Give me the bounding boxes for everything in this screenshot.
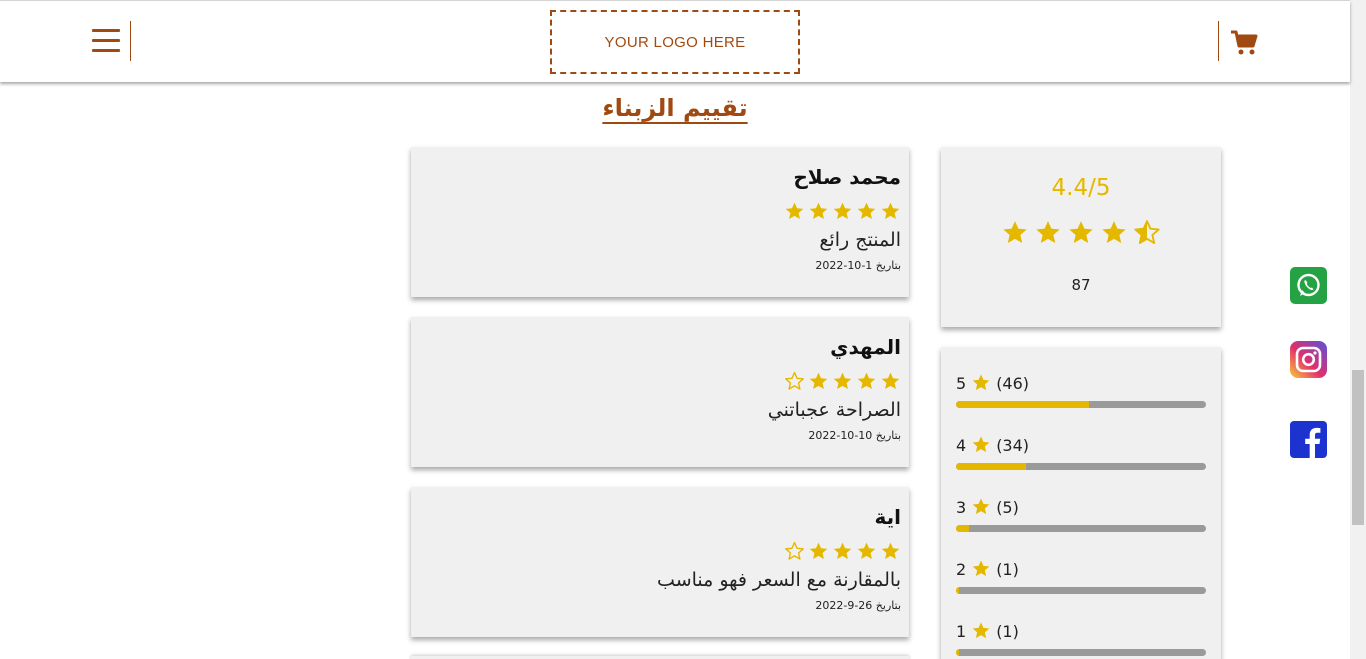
header-divider-right bbox=[1218, 21, 1219, 61]
breakdown-bar-fill bbox=[956, 401, 1089, 408]
breakdown-count: (5) bbox=[996, 497, 1019, 517]
star-filled-icon bbox=[833, 372, 852, 390]
reviewer-name: محمد صلاح bbox=[793, 165, 901, 189]
breakdown-stars: 4 bbox=[956, 435, 967, 455]
average-stars bbox=[941, 219, 1221, 247]
page-scrollbar[interactable] bbox=[1350, 0, 1366, 659]
star-filled-icon bbox=[833, 542, 852, 560]
whatsapp-icon[interactable] bbox=[1290, 267, 1327, 304]
breakdown-bar bbox=[956, 587, 1206, 594]
star-icon bbox=[966, 559, 996, 579]
reviewer-name: اية bbox=[874, 505, 902, 529]
star-icon bbox=[966, 621, 996, 641]
star-empty-icon bbox=[785, 541, 804, 560]
star-filled-icon bbox=[857, 202, 876, 220]
breakdown-row[interactable]: 1 (1) bbox=[956, 620, 1208, 656]
breakdown-bar bbox=[956, 401, 1206, 408]
facebook-icon[interactable] bbox=[1290, 421, 1327, 458]
breakdown-bar-fill bbox=[956, 463, 1026, 470]
star-filled-icon bbox=[972, 374, 990, 391]
star-filled-icon bbox=[857, 372, 876, 390]
rating-summary: 4.4/5 87 bbox=[941, 147, 1221, 327]
star-filled-icon bbox=[881, 202, 900, 220]
star-filled-icon bbox=[1102, 221, 1126, 244]
review-date: بتاريخ 26-9-2022 bbox=[815, 599, 901, 612]
review-card: المهدي الصراحة عجباتني بتاريخ 10-10-2022 bbox=[411, 317, 909, 467]
star-empty-icon bbox=[785, 371, 804, 390]
breakdown-bar bbox=[956, 649, 1206, 656]
review-stars bbox=[423, 541, 901, 563]
star-filled-icon bbox=[809, 542, 828, 560]
star-filled-icon bbox=[1003, 221, 1027, 244]
star-filled-icon bbox=[881, 372, 900, 390]
star-filled-icon bbox=[857, 542, 876, 560]
breakdown-row[interactable]: 5 (46) bbox=[956, 372, 1208, 408]
shopping-cart-icon[interactable] bbox=[1230, 30, 1258, 56]
review-text: المنتج رائع bbox=[819, 229, 901, 251]
star-icon bbox=[966, 373, 996, 393]
breakdown-row[interactable]: 3 (5) bbox=[956, 496, 1208, 532]
star-filled-icon bbox=[972, 436, 990, 453]
review-date: بتاريخ 10-10-2022 bbox=[808, 429, 901, 442]
star-filled-icon bbox=[972, 498, 990, 515]
star-filled-icon bbox=[1069, 221, 1093, 244]
hamburger-menu-icon[interactable] bbox=[92, 29, 120, 55]
breakdown-count: (34) bbox=[996, 435, 1030, 455]
review-card: محمد صلاح المنتج رائع بتاريخ 1-10-2022 bbox=[411, 147, 909, 297]
star-filled-icon bbox=[972, 622, 990, 639]
average-score: 4.4/5 bbox=[1051, 175, 1111, 201]
star-filled-icon bbox=[1036, 221, 1060, 244]
review-stars bbox=[423, 201, 901, 223]
review-card: اية بالمقارنة مع السعر فهو مناسب بتاريخ … bbox=[411, 487, 909, 637]
review-stars bbox=[423, 371, 901, 393]
breakdown-stars: 3 bbox=[956, 497, 967, 517]
rating-breakdown: 5 (46) 4 (34) 3 (5) 2 (1) 1 (1) bbox=[941, 347, 1221, 659]
star-filled-icon bbox=[972, 560, 990, 577]
star-filled-icon bbox=[833, 202, 852, 220]
section-title: تقييم الزبناء bbox=[602, 94, 748, 122]
site-logo[interactable]: YOUR LOGO HERE bbox=[550, 10, 800, 74]
star-half-icon bbox=[1134, 220, 1160, 244]
breakdown-stars: 5 bbox=[956, 373, 967, 393]
breakdown-bar-fill bbox=[956, 525, 969, 532]
reviewer-name: المهدي bbox=[830, 335, 901, 359]
scrollbar-thumb[interactable] bbox=[1352, 370, 1364, 525]
breakdown-stars: 1 bbox=[956, 621, 967, 641]
star-filled-icon bbox=[809, 202, 828, 220]
breakdown-bar-fill bbox=[956, 649, 959, 656]
review-text: بالمقارنة مع السعر فهو مناسب bbox=[657, 569, 901, 591]
instagram-icon[interactable] bbox=[1290, 341, 1327, 378]
star-filled-icon bbox=[881, 542, 900, 560]
breakdown-stars: 2 bbox=[956, 559, 967, 579]
breakdown-count: (1) bbox=[996, 559, 1019, 579]
review-text: الصراحة عجباتني bbox=[767, 399, 901, 421]
star-filled-icon bbox=[809, 372, 828, 390]
reviews-count: 87 bbox=[1071, 276, 1091, 294]
breakdown-bar bbox=[956, 463, 1206, 470]
site-header: YOUR LOGO HERE bbox=[0, 1, 1350, 82]
star-icon bbox=[966, 497, 996, 517]
breakdown-row[interactable]: 4 (34) bbox=[956, 434, 1208, 470]
star-icon bbox=[966, 435, 996, 455]
breakdown-count: (46) bbox=[996, 373, 1030, 393]
header-divider-left bbox=[130, 21, 131, 61]
review-date: بتاريخ 1-10-2022 bbox=[815, 259, 901, 272]
breakdown-bar-fill bbox=[956, 587, 959, 594]
breakdown-row[interactable]: 2 (1) bbox=[956, 558, 1208, 594]
breakdown-bar bbox=[956, 525, 1206, 532]
breakdown-count: (1) bbox=[996, 621, 1019, 641]
star-filled-icon bbox=[785, 202, 804, 220]
